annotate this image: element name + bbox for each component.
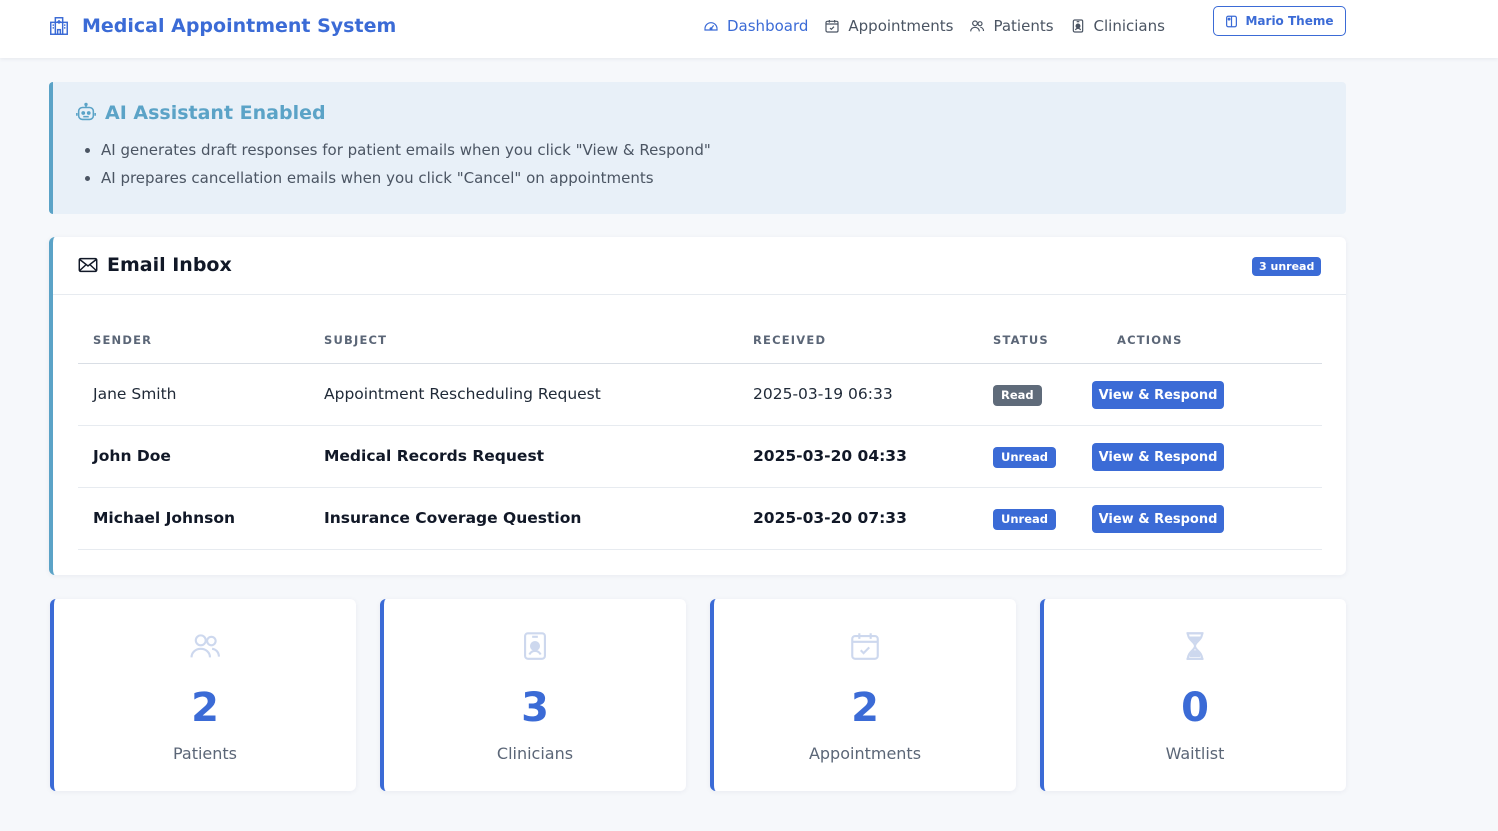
unread-count-badge: 3 unread [1252, 257, 1322, 276]
hourglass-icon [1186, 632, 1204, 660]
app-title: Medical Appointment System [82, 15, 397, 37]
col-actions: ACTIONS [1117, 333, 1183, 347]
badge-icon [524, 632, 546, 660]
ai-assistant-banner: AI Assistant Enabled AI generates draft … [49, 82, 1346, 214]
table-row[interactable]: Michael Johnson Insurance Coverage Quest… [78, 488, 1322, 550]
robot-icon [76, 102, 96, 121]
email-table: SENDER SUBJECT RECEIVED STATUS ACTIONS J… [78, 317, 1322, 550]
email-received: 2025-03-19 06:33 [753, 385, 893, 403]
ai-feature-item: AI prepares cancellation emails when you… [101, 167, 711, 195]
col-status: STATUS [993, 333, 1049, 347]
nav-patients[interactable]: Patients [969, 17, 1054, 35]
inbox-title-text: Email Inbox [107, 254, 232, 276]
stat-label: Appointments [808, 744, 922, 763]
toggle-icon [1226, 15, 1238, 27]
email-subject: Insurance Coverage Question [324, 509, 582, 527]
nav-clinicians-label: Clinicians [1093, 17, 1165, 35]
theme-button-label: Mario Theme [1245, 14, 1334, 28]
email-received: 2025-03-20 04:33 [753, 447, 907, 465]
stat-card-clinicians[interactable]: 3 Clinicians [380, 599, 686, 791]
envelope-icon [78, 257, 98, 273]
top-navbar: Medical Appointment System Dashboard App… [0, 0, 1498, 58]
nav-clinicians[interactable]: Clinicians [1070, 17, 1165, 35]
badge-icon [1072, 19, 1083, 33]
email-sender: John Doe [93, 447, 171, 465]
status-badge: Unread [993, 509, 1056, 530]
calendar-check-icon [851, 633, 879, 660]
hospital-icon [50, 17, 68, 35]
stat-label: Clinicians [496, 744, 574, 763]
email-inbox-card: Email Inbox 3 unread SENDER SUBJECT RECE… [49, 237, 1346, 575]
stat-label: Patients [172, 744, 238, 763]
people-icon [970, 20, 985, 32]
calendar-check-icon [825, 20, 839, 33]
stat-value: 3 [521, 685, 549, 731]
email-sender: Jane Smith [93, 385, 177, 403]
ai-banner-title-text: AI Assistant Enabled [105, 102, 326, 124]
nav-patients-label: Patients [993, 17, 1054, 35]
stat-card-appointments[interactable]: 2 Appointments [710, 599, 1016, 791]
ai-banner-title: AI Assistant Enabled [75, 102, 326, 124]
stat-value: 0 [1181, 685, 1209, 731]
view-respond-button[interactable]: View & Respond [1092, 443, 1224, 471]
speedometer-icon [704, 22, 718, 31]
theme-toggle-button[interactable]: Mario Theme [1213, 6, 1346, 36]
status-badge: Unread [993, 447, 1056, 468]
inbox-title: Email Inbox [77, 254, 232, 276]
email-received: 2025-03-20 07:33 [753, 509, 907, 527]
ai-feature-item: AI generates draft responses for patient… [101, 139, 711, 167]
view-respond-button[interactable]: View & Respond [1092, 381, 1224, 409]
col-received: RECEIVED [753, 333, 827, 347]
email-subject: Medical Records Request [324, 447, 545, 465]
status-badge: Read [993, 385, 1042, 406]
nav-appointments-label: Appointments [848, 17, 954, 35]
main-nav: Dashboard Appointments Patients Clinicia… [703, 14, 1165, 38]
email-subject: Appointment Rescheduling Request [324, 385, 601, 403]
stat-label: Waitlist [1165, 744, 1225, 763]
stat-card-patients[interactable]: 2 Patients [50, 599, 356, 791]
brand[interactable]: Medical Appointment System [48, 13, 396, 39]
people-icon [190, 634, 220, 658]
nav-dashboard[interactable]: Dashboard [703, 17, 808, 35]
view-respond-button[interactable]: View & Respond [1092, 505, 1224, 533]
col-subject: SUBJECT [324, 333, 388, 347]
email-sender: Michael Johnson [93, 509, 236, 527]
inbox-header: Email Inbox 3 unread [53, 237, 1346, 295]
table-row[interactable]: John Doe Medical Records Request 2025-03… [78, 426, 1322, 488]
stat-value: 2 [851, 685, 879, 731]
nav-dashboard-label: Dashboard [727, 17, 809, 35]
col-sender: SENDER [93, 333, 153, 347]
ai-feature-list: AI generates draft responses for patient… [101, 139, 711, 195]
table-row[interactable]: Jane Smith Appointment Rescheduling Requ… [78, 364, 1322, 426]
stat-value: 2 [191, 685, 219, 731]
table-header: SENDER SUBJECT RECEIVED STATUS ACTIONS [78, 317, 1322, 364]
stat-card-waitlist[interactable]: 0 Waitlist [1040, 599, 1346, 791]
nav-appointments[interactable]: Appointments [824, 17, 953, 35]
